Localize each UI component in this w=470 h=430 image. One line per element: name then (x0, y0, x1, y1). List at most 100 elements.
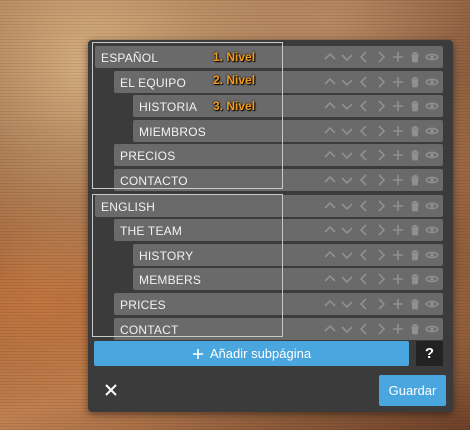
page-row[interactable]: CONTACT (114, 318, 443, 340)
eye-icon[interactable] (425, 172, 439, 188)
chevron-up-icon[interactable] (323, 296, 337, 312)
chevron-down-icon[interactable] (340, 147, 354, 163)
chevron-down-icon[interactable] (340, 271, 354, 287)
chevron-right-icon[interactable] (374, 123, 388, 139)
chevron-left-icon[interactable] (357, 198, 371, 214)
chevron-left-icon[interactable] (357, 147, 371, 163)
close-button[interactable] (100, 379, 122, 401)
page-row[interactable]: HISTORY (133, 244, 443, 266)
chevron-up-icon[interactable] (323, 147, 337, 163)
chevron-left-icon[interactable] (357, 98, 371, 114)
eye-icon[interactable] (425, 271, 439, 287)
trash-icon[interactable] (408, 247, 422, 263)
eye-icon[interactable] (425, 198, 439, 214)
page-row[interactable]: PRECIOS (114, 144, 443, 166)
eye-icon[interactable] (425, 296, 439, 312)
trash-icon[interactable] (408, 222, 422, 238)
plus-icon[interactable] (391, 147, 405, 163)
chevron-left-icon[interactable] (357, 321, 371, 337)
chevron-down-icon[interactable] (340, 321, 354, 337)
chevron-right-icon[interactable] (374, 172, 388, 188)
chevron-right-icon[interactable] (374, 321, 388, 337)
chevron-right-icon[interactable] (374, 74, 388, 90)
eye-icon[interactable] (425, 74, 439, 90)
chevron-up-icon[interactable] (323, 49, 337, 65)
eye-icon[interactable] (425, 123, 439, 139)
chevron-up-icon[interactable] (323, 271, 337, 287)
chevron-up-icon[interactable] (323, 247, 337, 263)
page-row[interactable]: CONTACTO (114, 169, 443, 191)
plus-icon[interactable] (391, 98, 405, 114)
eye-icon[interactable] (425, 222, 439, 238)
trash-icon[interactable] (408, 271, 422, 287)
chevron-left-icon[interactable] (357, 123, 371, 139)
chevron-right-icon[interactable] (374, 98, 388, 114)
chevron-right-icon[interactable] (374, 49, 388, 65)
chevron-down-icon[interactable] (340, 172, 354, 188)
chevron-up-icon[interactable] (323, 198, 337, 214)
page-row[interactable]: MEMBERS (133, 268, 443, 290)
page-row[interactable]: PRICES (114, 293, 443, 315)
chevron-down-icon[interactable] (340, 296, 354, 312)
plus-icon[interactable] (391, 247, 405, 263)
trash-icon[interactable] (408, 198, 422, 214)
eye-icon[interactable] (425, 98, 439, 114)
eye-icon[interactable] (425, 147, 439, 163)
trash-icon[interactable] (408, 74, 422, 90)
chevron-left-icon[interactable] (357, 296, 371, 312)
chevron-down-icon[interactable] (340, 98, 354, 114)
chevron-up-icon[interactable] (323, 321, 337, 337)
eye-icon[interactable] (425, 321, 439, 337)
chevron-right-icon[interactable] (374, 222, 388, 238)
chevron-left-icon[interactable] (357, 49, 371, 65)
chevron-up-icon[interactable] (323, 172, 337, 188)
chevron-left-icon[interactable] (357, 222, 371, 238)
trash-icon[interactable] (408, 98, 422, 114)
chevron-right-icon[interactable] (374, 296, 388, 312)
chevron-up-icon[interactable] (323, 123, 337, 139)
plus-icon[interactable] (391, 222, 405, 238)
page-row[interactable]: HISTORIA (133, 95, 443, 117)
add-subpage-button[interactable]: Añadir subpágina (94, 341, 409, 366)
plus-icon[interactable] (391, 49, 405, 65)
eye-icon[interactable] (425, 247, 439, 263)
chevron-up-icon[interactable] (323, 74, 337, 90)
trash-icon[interactable] (408, 123, 422, 139)
chevron-right-icon[interactable] (374, 147, 388, 163)
chevron-down-icon[interactable] (340, 198, 354, 214)
chevron-left-icon[interactable] (357, 271, 371, 287)
page-row[interactable]: MIEMBROS (133, 120, 443, 142)
trash-icon[interactable] (408, 49, 422, 65)
trash-icon[interactable] (408, 321, 422, 337)
chevron-up-icon[interactable] (323, 222, 337, 238)
page-row[interactable]: THE TEAM (114, 219, 443, 241)
chevron-up-icon[interactable] (323, 98, 337, 114)
trash-icon[interactable] (408, 147, 422, 163)
plus-icon[interactable] (391, 321, 405, 337)
plus-icon[interactable] (391, 172, 405, 188)
chevron-left-icon[interactable] (357, 74, 371, 90)
chevron-right-icon[interactable] (374, 198, 388, 214)
chevron-right-icon[interactable] (374, 271, 388, 287)
chevron-down-icon[interactable] (340, 222, 354, 238)
plus-icon[interactable] (391, 198, 405, 214)
chevron-right-icon[interactable] (374, 247, 388, 263)
plus-icon[interactable] (391, 271, 405, 287)
chevron-down-icon[interactable] (340, 74, 354, 90)
save-button[interactable]: Guardar (379, 375, 446, 406)
help-button[interactable]: ? (416, 341, 443, 366)
eye-icon[interactable] (425, 49, 439, 65)
page-row[interactable]: ESPAÑOL (95, 46, 443, 68)
chevron-down-icon[interactable] (340, 123, 354, 139)
plus-icon[interactable] (391, 123, 405, 139)
chevron-left-icon[interactable] (357, 247, 371, 263)
trash-icon[interactable] (408, 172, 422, 188)
chevron-left-icon[interactable] (357, 172, 371, 188)
chevron-down-icon[interactable] (340, 247, 354, 263)
plus-icon[interactable] (391, 296, 405, 312)
page-row[interactable]: ENGLISH (95, 195, 443, 217)
plus-icon[interactable] (391, 74, 405, 90)
page-row[interactable]: EL EQUIPO (114, 71, 443, 93)
trash-icon[interactable] (408, 296, 422, 312)
chevron-down-icon[interactable] (340, 49, 354, 65)
